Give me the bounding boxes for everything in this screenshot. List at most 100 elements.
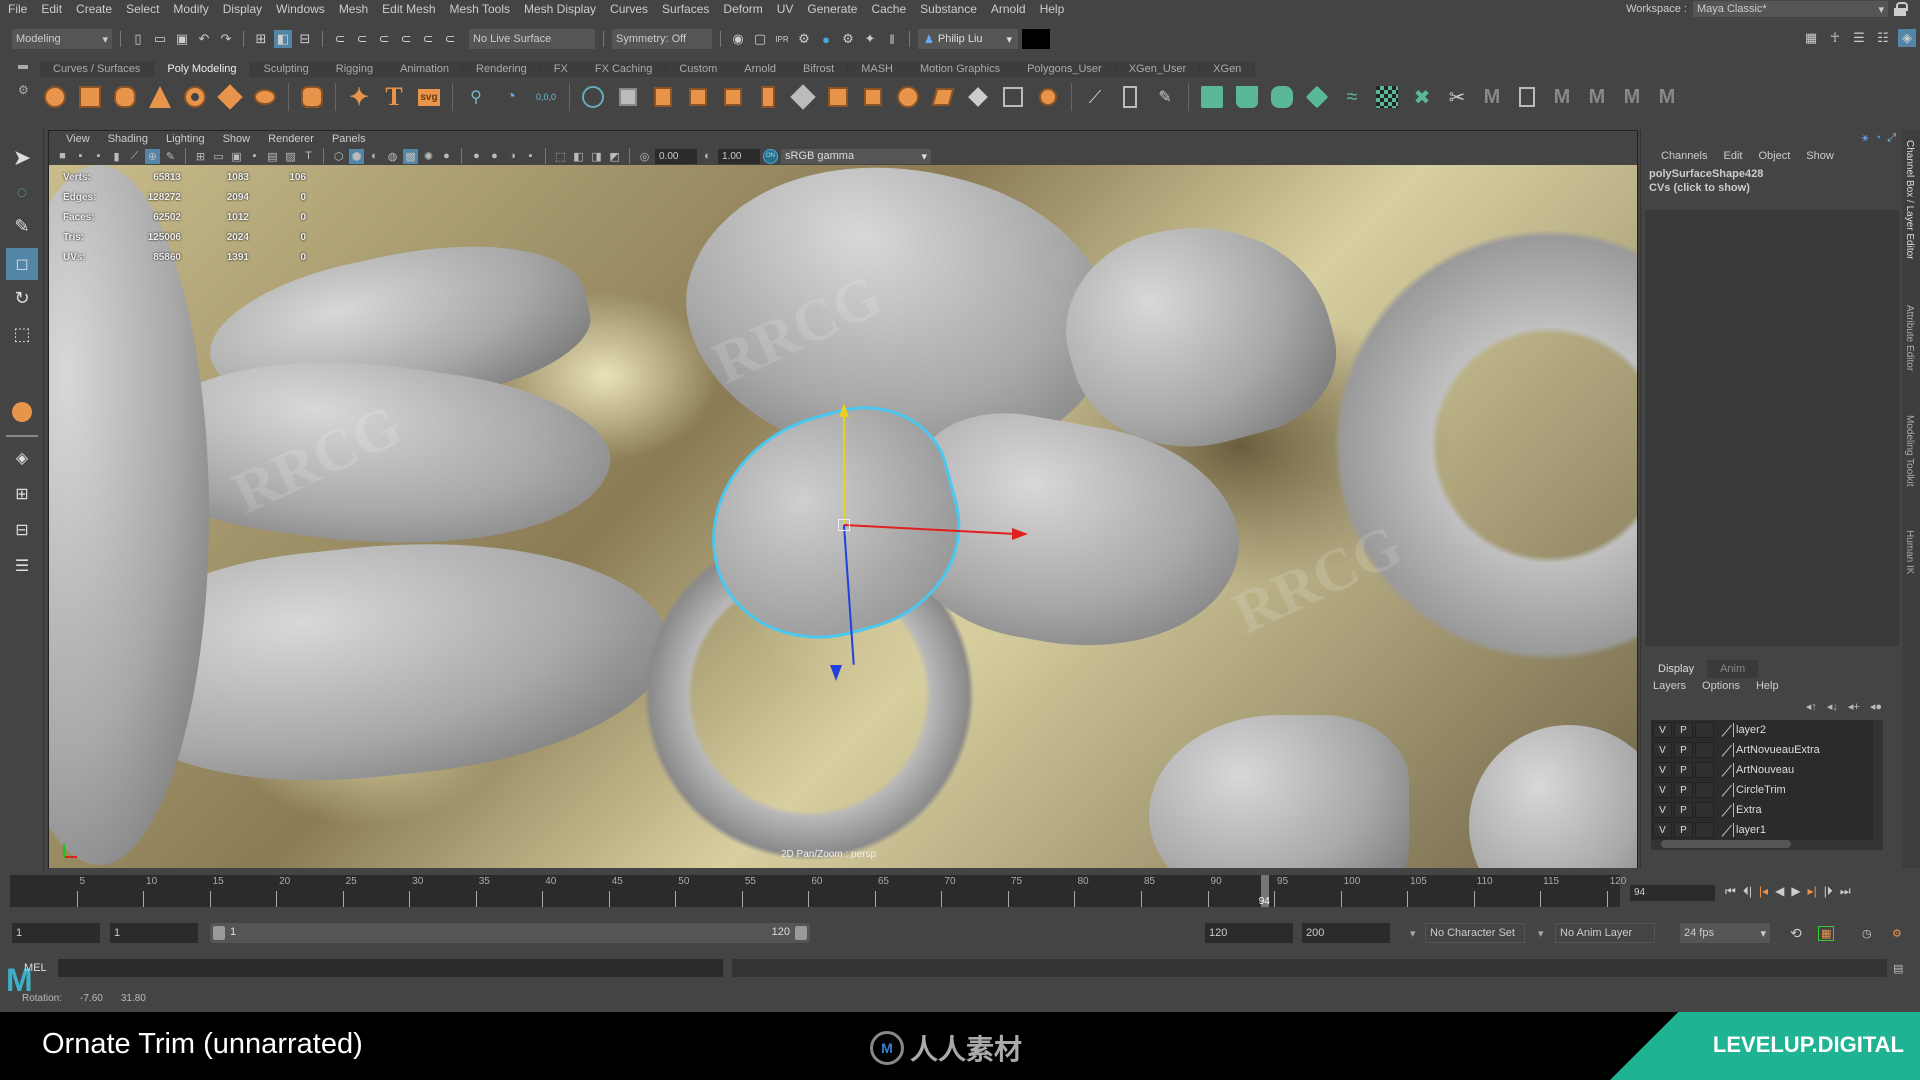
menu-mesh[interactable]: Mesh — [332, 2, 375, 16]
script-editor-icon[interactable]: ▤ — [1893, 962, 1903, 975]
layer-color-swatch[interactable] — [1722, 823, 1734, 837]
snap-view-plane-icon[interactable]: ⊂ — [419, 30, 437, 48]
smooth-shade-icon[interactable]: ⬢ — [349, 148, 364, 164]
layer-list-vscrollbar[interactable] — [1873, 720, 1883, 840]
new-layer-icon[interactable]: ◂+ — [1848, 700, 1860, 713]
combine-icon[interactable] — [578, 82, 608, 112]
automatic-map-icon[interactable] — [1302, 82, 1332, 112]
layer-row[interactable]: V P Extra — [1651, 800, 1883, 820]
wedge-icon[interactable] — [1033, 82, 1063, 112]
animation-start-field[interactable]: 1 — [12, 923, 100, 943]
display-type-toggle[interactable] — [1695, 802, 1714, 818]
paint-select-tool[interactable]: ✎ — [6, 210, 38, 242]
visibility-toggle[interactable]: V — [1653, 782, 1672, 798]
viewport-menu-shading[interactable]: Shading — [99, 131, 157, 147]
poly-torus-icon[interactable] — [180, 82, 210, 112]
select-camera-icon[interactable]: ■ — [55, 149, 70, 164]
shelf-tab-xgen-user[interactable]: XGen_User — [1115, 62, 1201, 77]
poly-disc-icon[interactable] — [250, 82, 280, 112]
visibility-toggle[interactable]: V — [1653, 722, 1672, 738]
menu-create[interactable]: Create — [69, 2, 119, 16]
platonic-solid-icon[interactable] — [297, 82, 327, 112]
cache-playback-icon[interactable]: ▦ — [1818, 925, 1835, 941]
playhead[interactable]: 94 — [1259, 875, 1270, 907]
menu-arnold[interactable]: Arnold — [984, 2, 1033, 16]
layer-tab-display[interactable]: Display — [1645, 660, 1708, 678]
wireframe-on-shaded-icon[interactable]: ◍ — [385, 149, 400, 164]
type-tool-icon[interactable]: T — [379, 82, 409, 112]
use-all-lights-icon[interactable]: ✺ — [421, 149, 436, 164]
human-ik-icon[interactable]: ☥ — [1826, 29, 1844, 47]
scale-tool[interactable]: ⬚ — [6, 318, 38, 350]
symmetry-dropdown[interactable]: Symmetry: Off — [612, 29, 712, 49]
layer-color-swatch[interactable] — [1722, 763, 1734, 777]
user-account-dropdown[interactable]: ♟ Philip Liu ▾ — [918, 29, 1018, 49]
workspace-dropdown[interactable]: Maya Classic* ▾ — [1693, 1, 1888, 17]
ipr-render-icon[interactable]: IPR — [773, 30, 791, 48]
snap-curve-icon[interactable]: ⊂ — [353, 30, 371, 48]
shelf-tab-bifrost[interactable]: Bifrost — [790, 62, 849, 77]
cylindrical-map-icon[interactable] — [1232, 82, 1262, 112]
side-tab-channel-box[interactable]: Channel Box / Layer Editor — [1904, 140, 1915, 260]
shadows-icon[interactable]: ● — [439, 149, 454, 164]
image-plane-icon[interactable]: ⟋ — [127, 149, 142, 164]
layer-color-swatch[interactable] — [1722, 723, 1734, 737]
lock-camera-icon[interactable]: ▪ — [73, 149, 88, 164]
exposure-icon[interactable]: ◎ — [637, 149, 652, 164]
viewport-menu-show[interactable]: Show — [214, 131, 260, 147]
select-by-hierarchy-icon[interactable]: ⊞ — [252, 30, 270, 48]
shelf-tab-poly-modeling[interactable]: Poly Modeling — [154, 62, 251, 77]
shelf-menu-icon[interactable] — [18, 65, 28, 69]
menu-curves[interactable]: Curves — [603, 2, 655, 16]
move-layer-up-icon[interactable]: ◂↑ — [1806, 700, 1817, 713]
play-forwards-icon[interactable]: ▶ — [1791, 884, 1800, 899]
bridge-icon[interactable] — [788, 82, 818, 112]
live-surface-field[interactable]: No Live Surface — [469, 29, 595, 49]
textured-icon[interactable]: ▩ — [403, 148, 418, 164]
menu-select[interactable]: Select — [119, 2, 166, 16]
transfer-attrs-icon[interactable] — [1512, 82, 1542, 112]
playback-end-field[interactable]: 120 — [1205, 923, 1293, 943]
step-back-frame-icon[interactable]: ⏴| — [1743, 884, 1752, 899]
3d-scene-view[interactable]: Verts: 65813 1083 106 Edges: 128272 2094 0 Fac… — [49, 165, 1637, 868]
sew-uv-icon[interactable]: ✂ — [1442, 82, 1472, 112]
shelf-tab-motion-graphics[interactable]: Motion Graphics — [907, 62, 1015, 77]
wireframe-icon[interactable]: ⬡ — [331, 149, 346, 164]
center-pivot-icon[interactable]: ⚲ — [461, 82, 491, 112]
layer-color-swatch[interactable] — [1722, 803, 1734, 817]
chevron-down-icon[interactable]: ▾ — [1538, 927, 1544, 940]
cvs-toggle[interactable]: CVs (click to show) — [1641, 180, 1902, 194]
move-layer-down-icon[interactable]: ◂↓ — [1827, 700, 1838, 713]
shelf-tab-animation[interactable]: Animation — [387, 62, 464, 77]
playback-toggle[interactable]: P — [1674, 782, 1693, 798]
range-start-handle[interactable] — [213, 926, 225, 940]
separate-icon[interactable] — [613, 82, 643, 112]
display-type-toggle[interactable] — [1695, 742, 1714, 758]
shelf-tab-polygons-user[interactable]: Polygons_User — [1014, 62, 1116, 77]
save-scene-icon[interactable]: ▣ — [173, 30, 191, 48]
menu-mesh-display[interactable]: Mesh Display — [517, 2, 603, 16]
anti-aliasing-icon[interactable]: ◑ — [505, 149, 520, 164]
channel-box-icon[interactable]: ◈ — [1898, 29, 1916, 47]
new-layer-from-selection-icon[interactable]: ◂● — [1870, 700, 1882, 713]
shelf-tab-mash[interactable]: MASH — [848, 62, 907, 77]
go-to-start-icon[interactable]: ⏮ — [1725, 884, 1736, 899]
shelf-tab-rigging[interactable]: Rigging — [322, 62, 388, 77]
menu-set-dropdown[interactable]: Modeling ▾ — [12, 29, 112, 49]
gamma-icon[interactable]: ◐ — [700, 149, 715, 164]
isolate-select-icon[interactable]: ⬚ — [553, 149, 568, 164]
reduce-icon[interactable] — [718, 82, 748, 112]
visibility-toggle[interactable]: V — [1653, 802, 1672, 818]
chevron-down-icon[interactable]: ▾ — [1410, 927, 1416, 940]
viewport-menu-lighting[interactable]: Lighting — [157, 131, 214, 147]
side-tab-attribute-editor[interactable]: Attribute Editor — [1904, 305, 1915, 371]
shelf-settings-icon[interactable]: ⚙ — [18, 83, 30, 97]
animation-preferences-icon[interactable]: ⚙ — [1892, 927, 1902, 940]
menu-edit[interactable]: Edit — [34, 2, 69, 16]
menu-file[interactable]: File — [0, 2, 34, 16]
mirror-icon[interactable] — [648, 82, 678, 112]
layer-row[interactable]: V Player2 — [1651, 720, 1883, 740]
shelf-tab-fx[interactable]: FX — [540, 62, 582, 77]
edit-icon[interactable]: ⤢ — [1887, 132, 1896, 145]
channel-menu-show[interactable]: Show — [1798, 150, 1842, 162]
